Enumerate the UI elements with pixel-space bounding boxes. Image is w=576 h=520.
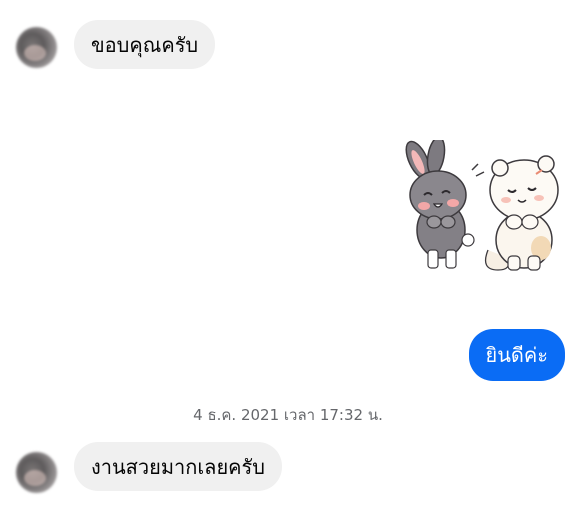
timestamp-divider: 4 ธ.ค. 2021 เวลา 17:32 น. <box>193 406 383 424</box>
outgoing-message-bubble[interactable]: ยินดีค่ะ <box>468 329 565 381</box>
incoming-message-bubble[interactable]: ขอบคุณครับ <box>74 20 216 69</box>
message-text: งานสวยมากเลยครับ <box>91 455 265 479</box>
incoming-message-bubble[interactable]: งานสวยมากเลยครับ <box>74 442 282 491</box>
bunny-character <box>405 140 475 269</box>
bear-character <box>484 155 559 271</box>
contact-avatar[interactable] <box>16 452 57 493</box>
sticker-image[interactable] <box>396 140 566 280</box>
chat-thread: ขอบคุณครับ ยินดีค่ะ 4 ธ.ค. 2021 เวลา 17:… <box>0 0 576 520</box>
message-text: ขอบคุณครับ <box>91 33 199 57</box>
message-text: ยินดีค่ะ <box>485 343 549 367</box>
contact-avatar[interactable] <box>16 27 57 68</box>
